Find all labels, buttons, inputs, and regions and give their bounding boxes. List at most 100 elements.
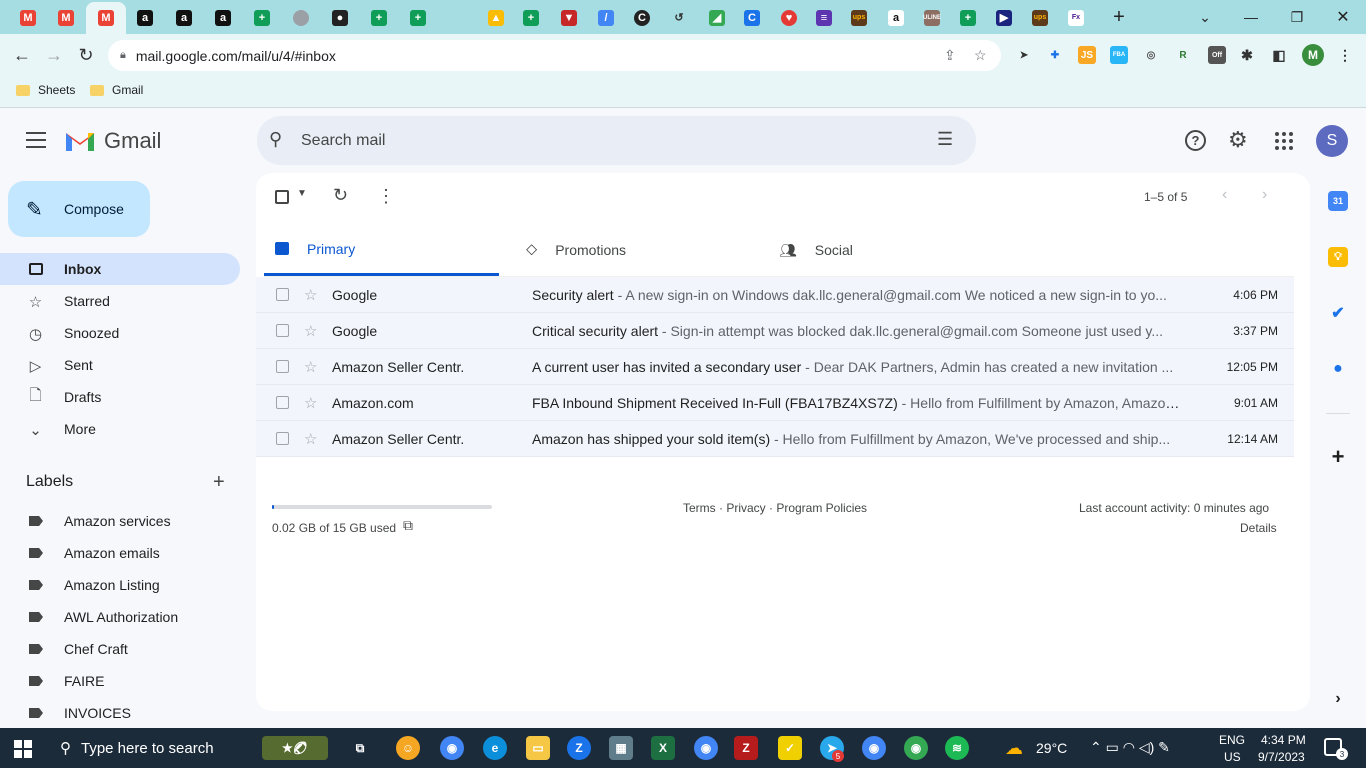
sticky-notes-icon[interactable]: ✓: [778, 736, 802, 760]
address-bar[interactable]: 🔒︎ mail.google.com/mail/u/4/#inbox ⇪ ☆: [108, 40, 1001, 71]
tab-search-icon[interactable]: ⌄: [1182, 0, 1228, 34]
back-icon[interactable]: ←: [8, 41, 36, 69]
tab-primary[interactable]: Primary: [264, 224, 499, 276]
search-icon[interactable]: ⚲: [269, 129, 282, 150]
label-item[interactable]: Amazon emails: [0, 537, 240, 569]
compose-button[interactable]: ✎ Compose: [8, 181, 150, 237]
label-item[interactable]: FAIRE: [0, 665, 240, 697]
tab-app-6[interactable]: C: [734, 3, 770, 32]
tab-amazon-2[interactable]: a: [166, 3, 202, 32]
extension-icon-1[interactable]: ➤: [1015, 46, 1033, 64]
tab-app-2[interactable]: ▼: [551, 3, 587, 32]
sidepanel-icon[interactable]: ◧: [1270, 46, 1288, 64]
next-page-icon[interactable]: ›: [1262, 186, 1267, 204]
gmail-logo[interactable]: Gmail: [64, 128, 161, 154]
extension-icon-6[interactable]: R: [1174, 46, 1192, 64]
footer-links[interactable]: Terms · Privacy · Program Policies: [683, 501, 867, 515]
label-item[interactable]: AWL Authorization: [0, 601, 240, 633]
minimize-icon[interactable]: —: [1228, 0, 1274, 34]
extension-icon-3[interactable]: JS: [1078, 46, 1096, 64]
tab-drive[interactable]: ▲: [478, 3, 514, 32]
add-label-icon[interactable]: +: [213, 471, 225, 494]
star-icon[interactable]: ☆: [304, 430, 317, 448]
star-icon[interactable]: ☆: [304, 358, 317, 376]
email-row[interactable]: ☆ Amazon Seller Centr. Amazon has shippe…: [256, 421, 1294, 457]
tab-sheets-1[interactable]: +: [244, 3, 280, 32]
chrome-profile-icon[interactable]: ◉: [694, 736, 718, 760]
reload-icon[interactable]: ↻: [72, 41, 100, 69]
tab-app-5[interactable]: ◢: [699, 3, 735, 32]
search-highlight-icon[interactable]: ★🏈︎: [262, 736, 328, 760]
star-icon[interactable]: ☆: [304, 394, 317, 412]
open-external-icon[interactable]: ⧉: [403, 517, 413, 534]
email-row[interactable]: ☆ Google Security alert - A new sign-in …: [256, 277, 1294, 313]
tab-sheets-4[interactable]: +: [513, 3, 549, 32]
account-avatar[interactable]: S: [1316, 125, 1348, 157]
close-icon[interactable]: ✕: [1320, 0, 1366, 34]
tab-app-7[interactable]: ♥: [771, 3, 807, 32]
tab-ups-1[interactable]: ups: [841, 3, 877, 32]
email-row[interactable]: ☆ Amazon.com FBA Inbound Shipment Receiv…: [256, 385, 1294, 421]
bookmark-sheets[interactable]: Sheets: [16, 83, 75, 97]
row-checkbox[interactable]: [276, 324, 289, 337]
tab-fedex[interactable]: Fx: [1058, 3, 1094, 32]
star-icon[interactable]: ☆: [304, 322, 317, 340]
tab-blank-1[interactable]: [283, 3, 319, 32]
row-checkbox[interactable]: [276, 432, 289, 445]
tab-amazon-1[interactable]: a: [127, 3, 163, 32]
calendar-icon[interactable]: 31: [1328, 191, 1348, 211]
tab-promotions[interactable]: ⬦ Promotions: [526, 224, 626, 276]
edge-icon[interactable]: e: [483, 736, 507, 760]
add-addon-icon[interactable]: +: [1328, 444, 1348, 469]
tab-ups-2[interactable]: ups: [1022, 3, 1058, 32]
tab-gmail-active[interactable]: M: [86, 2, 126, 34]
tab-amazon-3[interactable]: a: [205, 3, 241, 32]
menu-icon[interactable]: ⋮: [1336, 46, 1354, 64]
forward-icon[interactable]: →: [40, 41, 68, 69]
email-row[interactable]: ☆ Amazon Seller Centr. A current user ha…: [256, 349, 1294, 385]
row-checkbox[interactable]: [276, 396, 289, 409]
filezilla-icon[interactable]: Z: [734, 736, 758, 760]
tab-sheets-2[interactable]: +: [361, 3, 397, 32]
label-item[interactable]: Chef Craft: [0, 633, 240, 665]
bookmark-gmail[interactable]: Gmail: [90, 83, 143, 97]
help-icon[interactable]: ?: [1185, 130, 1206, 151]
windows-start-icon[interactable]: [14, 740, 32, 758]
tab-gmail-1[interactable]: M: [10, 3, 46, 32]
search-input[interactable]: Search mail: [301, 132, 385, 150]
share-icon[interactable]: ⇪: [944, 47, 956, 64]
nav-more[interactable]: ⌄ More: [0, 413, 240, 445]
prev-page-icon[interactable]: ‹: [1222, 186, 1227, 204]
weather-temp[interactable]: 29°C: [1036, 740, 1067, 756]
row-checkbox[interactable]: [276, 360, 289, 373]
clock-time[interactable]: 4:34 PM: [1261, 733, 1306, 747]
search-bar[interactable]: ⚲ Search mail ☰: [257, 116, 976, 165]
tab-amazon-4[interactable]: a: [878, 3, 914, 32]
tab-app-3[interactable]: /: [588, 3, 624, 32]
nav-inbox[interactable]: Inbox: [0, 253, 240, 285]
label-item[interactable]: Amazon services: [0, 505, 240, 537]
row-checkbox[interactable]: [276, 288, 289, 301]
tab-gmail-2[interactable]: M: [48, 3, 84, 32]
more-options-icon[interactable]: ⋮: [377, 186, 395, 207]
nav-snoozed[interactable]: ◷ Snoozed: [0, 317, 240, 349]
star-icon[interactable]: ☆: [304, 286, 317, 304]
excel-icon[interactable]: X: [651, 736, 675, 760]
chrome-icon-2[interactable]: ◉: [862, 736, 886, 760]
search-options-icon[interactable]: ☰: [937, 129, 953, 150]
extension-icon-2[interactable]: ✚: [1046, 46, 1064, 64]
puzzle-icon[interactable]: ✱: [1238, 46, 1256, 64]
file-explorer-icon[interactable]: ▭: [526, 736, 550, 760]
tab-sheets-5[interactable]: +: [950, 3, 986, 32]
tasks-icon[interactable]: ✔: [1328, 303, 1348, 323]
nav-drafts[interactable]: 🗋︎ Drafts: [0, 381, 240, 413]
calculator-icon[interactable]: ▦: [609, 736, 633, 760]
chrome-icon[interactable]: ◉: [440, 736, 464, 760]
details-link[interactable]: Details: [1240, 521, 1277, 535]
contacts-icon[interactable]: ●: [1328, 359, 1348, 379]
refresh-icon[interactable]: ↻: [333, 185, 348, 206]
profile-avatar[interactable]: M: [1302, 44, 1324, 66]
select-all-checkbox[interactable]: [275, 190, 289, 204]
expand-panel-icon[interactable]: ›: [1328, 689, 1348, 709]
chrome-active-icon[interactable]: ◉: [904, 736, 928, 760]
